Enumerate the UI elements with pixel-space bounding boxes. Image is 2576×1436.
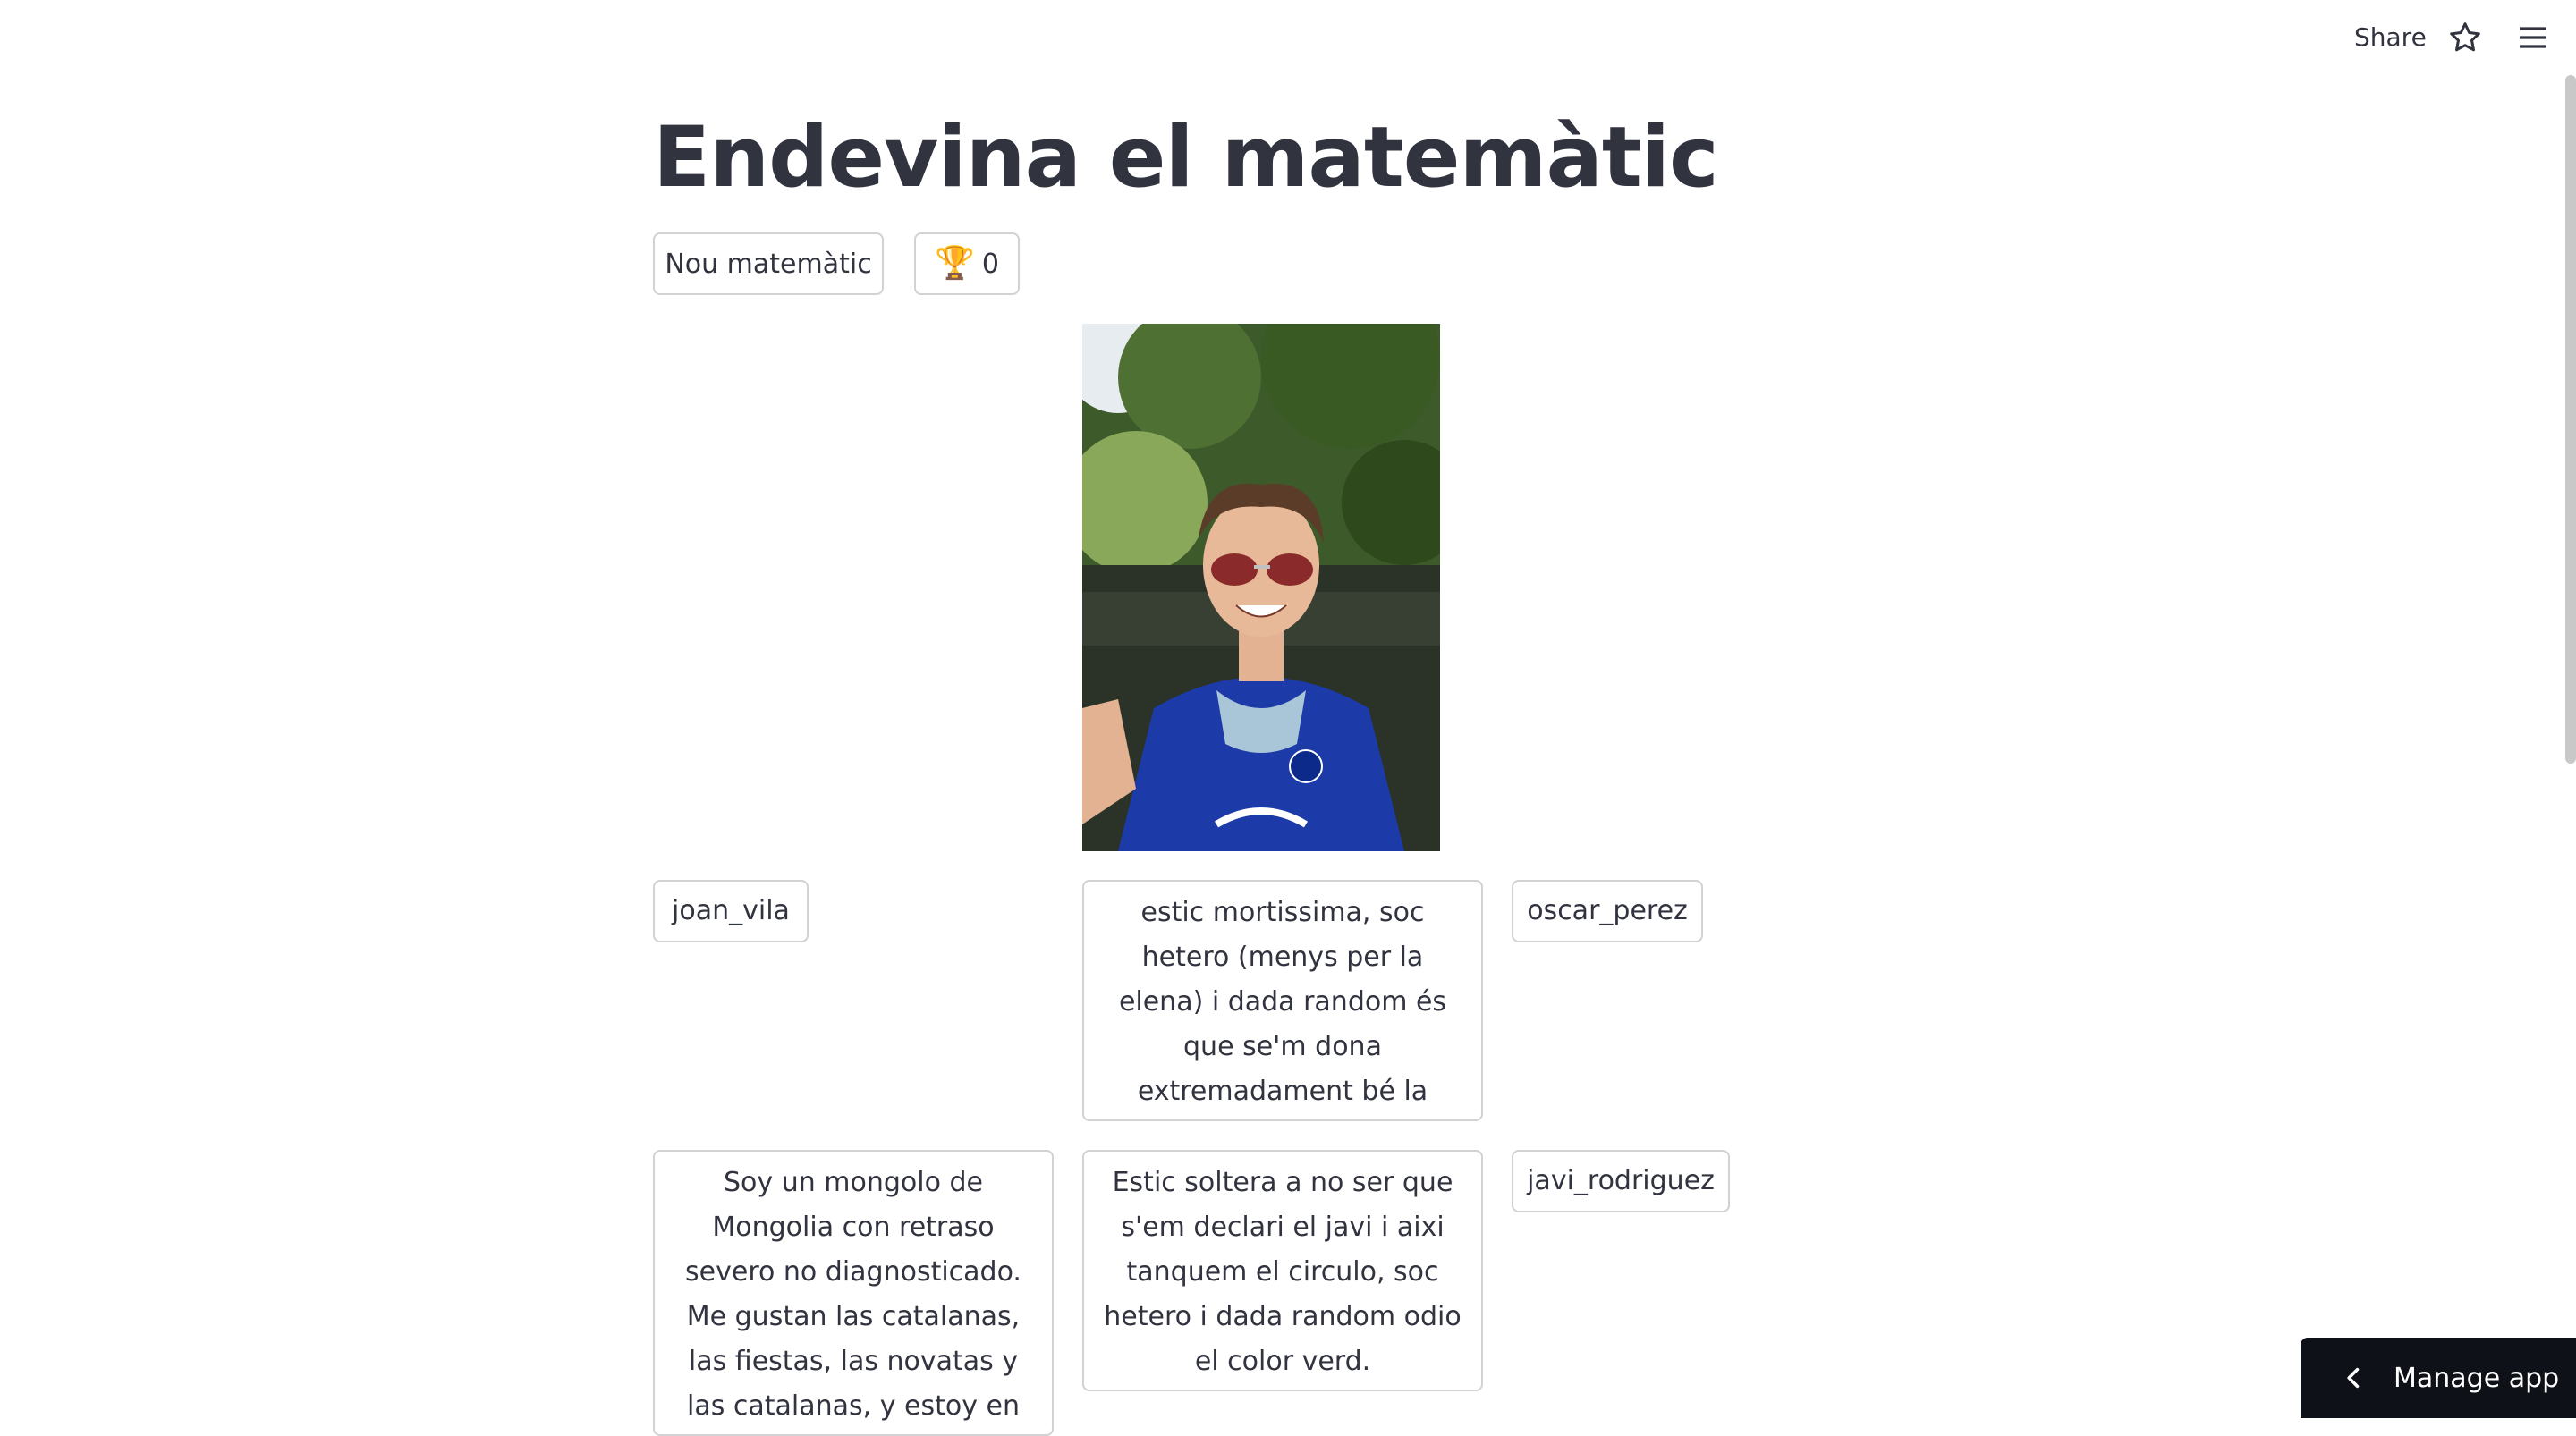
option-description-3[interactable]: Soy un mongolo de Mongolia con retraso s… — [653, 1150, 1054, 1436]
star-icon[interactable] — [2447, 20, 2483, 55]
option-description-1[interactable]: estic mortissima, soc hetero (menys per … — [1082, 880, 1483, 1121]
score-button[interactable]: 🏆 0 — [914, 232, 1020, 295]
page-scrollbar[interactable] — [2565, 75, 2576, 764]
option-description-2[interactable]: Estic soltera a no ser que s'em declari … — [1082, 1150, 1483, 1391]
option-javi-rodriguez[interactable]: javi_rodriguez — [1512, 1150, 1730, 1212]
option-joan-vila[interactable]: joan_vila — [653, 880, 809, 942]
new-mathematician-button[interactable]: Nou matemàtic — [653, 232, 884, 295]
manage-app-button[interactable]: Manage app — [2301, 1338, 2576, 1418]
chevron-left-icon — [2347, 1367, 2360, 1389]
share-button[interactable]: Share — [2354, 20, 2427, 55]
hamburger-menu-icon[interactable] — [2515, 20, 2551, 55]
page-title: Endevina el matemàtic — [653, 109, 1719, 207]
mathematician-photo — [1082, 324, 1440, 851]
app-header: Share — [0, 0, 2576, 75]
manage-app-label: Manage app — [2394, 1362, 2560, 1394]
option-oscar-perez[interactable]: oscar_perez — [1512, 880, 1703, 942]
trophy-icon: 🏆 — [935, 245, 975, 282]
score-value: 0 — [981, 248, 999, 280]
